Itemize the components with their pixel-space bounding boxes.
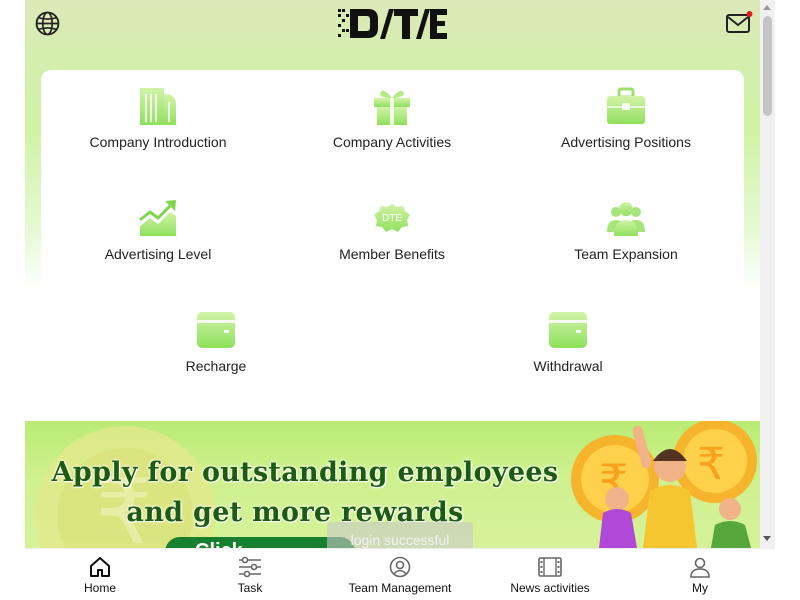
promo-banner[interactable]: ₹ ₹ ₹ Click Apply for outstanding employ… (25, 421, 760, 548)
grid-item-company-activities[interactable]: Company Activities (277, 86, 507, 176)
grid-item-label: Member Benefits (339, 246, 445, 262)
globe-icon[interactable] (35, 11, 60, 36)
film-icon (538, 557, 562, 577)
grid-item-recharge[interactable]: Recharge (101, 310, 331, 400)
nav-label: My (692, 581, 708, 595)
wallet-icon (197, 312, 235, 348)
grid-item-label: Advertising Positions (561, 134, 691, 150)
nav-home[interactable]: Home (25, 556, 175, 600)
svg-text:₹: ₹ (697, 439, 725, 490)
login-toast: login successful (327, 522, 473, 548)
grid-item-label: Team Expansion (574, 246, 678, 262)
dte-logo (338, 9, 447, 39)
grid-item-label: Advertising Level (104, 246, 212, 262)
grid-item-label: Recharge (185, 358, 247, 374)
mail-icon[interactable] (725, 11, 753, 35)
scroll-down-arrow[interactable] (763, 536, 771, 541)
vertical-scrollbar[interactable] (760, 0, 775, 548)
person-icon (690, 557, 710, 578)
briefcase-icon (607, 87, 645, 124)
grid-item-member-benefits[interactable]: DTE Member Benefits (277, 198, 507, 288)
feature-grid-card: Company Introduction Company Activities (41, 70, 744, 421)
svg-text:Click: Click (195, 540, 244, 548)
main-content: Company Introduction Company Activities (25, 0, 760, 548)
grid-item-company-introduction[interactable]: Company Introduction (43, 86, 273, 176)
nav-news-activities[interactable]: News activities (475, 556, 625, 600)
scroll-thumb[interactable] (763, 16, 772, 116)
banner-headline-line1: Apply for outstanding employees (51, 457, 559, 488)
nav-label: News activities (510, 581, 590, 595)
building-icon (140, 88, 176, 125)
grid-item-team-expansion[interactable]: Team Expansion (511, 198, 741, 288)
wallet-icon (549, 312, 587, 348)
team-icon (607, 202, 645, 236)
nav-label: Home (83, 581, 116, 595)
grid-item-label: Withdrawal (533, 358, 603, 374)
grid-item-label: Company Introduction (89, 134, 227, 150)
grid-item-advertising-level[interactable]: Advertising Level (43, 198, 273, 288)
unread-dot (746, 11, 753, 17)
grid-item-withdrawal[interactable]: Withdrawal (453, 310, 683, 400)
home-icon (90, 557, 110, 577)
trend-chart-icon (139, 200, 176, 236)
svg-text:DTE: DTE (382, 213, 402, 224)
scroll-up-arrow[interactable] (763, 5, 771, 10)
sliders-icon (239, 556, 261, 578)
app-window: Company Introduction Company Activities (0, 0, 800, 600)
nav-my[interactable]: My (625, 556, 775, 600)
nav-task[interactable]: Task (175, 556, 325, 600)
nav-team-management[interactable]: Team Management (325, 556, 475, 600)
user-circle-icon (389, 556, 411, 578)
dte-badge-icon: DTE (374, 204, 410, 232)
gift-icon (374, 90, 410, 125)
nav-label: Team Management (348, 581, 452, 595)
grid-item-advertising-positions[interactable]: Advertising Positions (511, 86, 741, 176)
nav-label: Task (237, 581, 263, 595)
bottom-nav: Home Task Team Management News activitie… (25, 548, 775, 600)
grid-item-label: Company Activities (332, 134, 452, 150)
banner-headline-line2: and get more rewards (126, 497, 464, 528)
